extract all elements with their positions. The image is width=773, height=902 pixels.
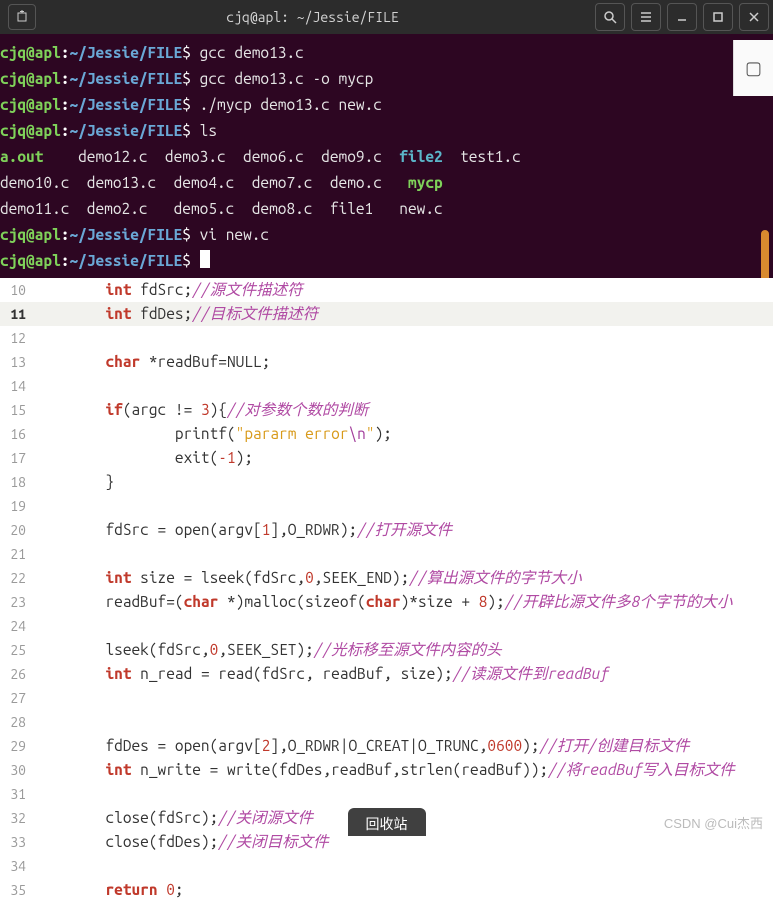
code-text: int fdSrc;//源文件描述符 [36,278,773,302]
code-text: } [36,470,773,494]
code-text [36,782,773,806]
code-text: lseek(fdSrc,0,SEEK_SET);//光标移至源文件内容的头 [36,638,773,662]
line-number: 32 [0,806,36,830]
menu-button[interactable] [631,3,661,31]
maximize-button[interactable] [703,3,733,31]
window-title: cjq@apl: ~/Jessie/FILE [36,9,589,25]
line-number: 28 [0,710,36,734]
line-number: 15 [0,398,36,422]
code-text [36,710,773,734]
close-button[interactable] [739,3,769,31]
code-line[interactable]: 35 return 0; [0,878,773,902]
right-panel-icon[interactable]: ▢ [733,40,773,96]
code-text: exit(-1); [36,446,773,470]
terminal-pane[interactable]: cjq@apl:~/Jessie/FILE$ gcc demo13.c cjq@… [0,34,773,278]
code-text: int fdDes;//目标文件描述符 [36,302,773,326]
line-number: 27 [0,686,36,710]
code-line[interactable]: 21 [0,542,773,566]
code-line[interactable]: 29 fdDes = open(argv[2],O_RDWR|O_CREAT|O… [0,734,773,758]
line-number: 14 [0,374,36,398]
line-number: 21 [0,542,36,566]
watermark-text: CSDN @Cui杰西 [664,813,763,832]
line-number: 24 [0,614,36,638]
code-line[interactable]: 12 [0,326,773,350]
line-number: 25 [0,638,36,662]
code-line[interactable]: 24 [0,614,773,638]
line-number: 10 [0,278,36,302]
code-text: return 0; [36,878,773,902]
terminal-line: cjq@apl:~/Jessie/FILE$ gcc demo13.c [0,40,773,66]
code-line[interactable]: 22 int size = lseek(fdSrc,0,SEEK_END);//… [0,566,773,590]
code-line[interactable]: 17 exit(-1); [0,446,773,470]
code-line[interactable]: 30 int n_write = write(fdDes,readBuf,str… [0,758,773,782]
ls-output-row: demo10.c demo13.c demo4.c demo7.c demo.c… [0,170,773,196]
line-number: 30 [0,758,36,782]
line-number: 31 [0,782,36,806]
code-line[interactable]: 28 [0,710,773,734]
line-number: 26 [0,662,36,686]
ls-output-row: demo11.c demo2.c demo5.c demo8.c file1 n… [0,196,773,222]
terminal-line: cjq@apl:~/Jessie/FILE$ vi new.c [0,222,773,248]
line-number: 34 [0,854,36,878]
code-line[interactable]: 13 char *readBuf=NULL; [0,350,773,374]
code-line[interactable]: 26 int n_read = read(fdSrc, readBuf, siz… [0,662,773,686]
code-line[interactable]: 27 [0,686,773,710]
line-number: 18 [0,470,36,494]
terminal-line: cjq@apl:~/Jessie/FILE$ ls [0,118,773,144]
code-text [36,494,773,518]
line-number: 11 [0,302,36,326]
code-line[interactable]: 25 lseek(fdSrc,0,SEEK_SET);//光标移至源文件内容的头 [0,638,773,662]
code-line[interactable]: 23 readBuf=(char *)malloc(sizeof(char)*s… [0,590,773,614]
code-line[interactable]: 31 [0,782,773,806]
code-line[interactable]: 14 [0,374,773,398]
code-line[interactable]: 34 [0,854,773,878]
line-number: 12 [0,326,36,350]
line-number: 19 [0,494,36,518]
terminal-cursor [200,250,210,268]
minimize-button[interactable] [667,3,697,31]
terminal-line: cjq@apl:~/Jessie/FILE$ ./mycp demo13.c n… [0,92,773,118]
new-tab-button[interactable] [8,4,36,30]
code-text: fdDes = open(argv[2],O_RDWR|O_CREAT|O_TR… [36,734,773,758]
code-line[interactable]: 15 if(argc != 3){//对参数个数的判断 [0,398,773,422]
code-line[interactable]: 10 int fdSrc;//源文件描述符 [0,278,773,302]
code-line[interactable]: 16 printf("pararm error\n"); [0,422,773,446]
line-number: 33 [0,830,36,854]
code-text [36,686,773,710]
line-number: 20 [0,518,36,542]
code-text [36,854,773,878]
ls-output-row: a.out demo12.c demo3.c demo6.c demo9.c f… [0,144,773,170]
line-number: 23 [0,590,36,614]
code-text: if(argc != 3){//对参数个数的判断 [36,398,773,422]
window-titlebar: cjq@apl: ~/Jessie/FILE [0,0,773,34]
bottom-pill[interactable]: 回收站 [348,808,426,836]
terminal-line: cjq@apl:~/Jessie/FILE$ [0,248,773,274]
code-line[interactable]: 18 } [0,470,773,494]
code-text: fdSrc = open(argv[1],O_RDWR);//打开源文件 [36,518,773,542]
code-text: printf("pararm error\n"); [36,422,773,446]
line-number: 22 [0,566,36,590]
code-text: int n_write = write(fdDes,readBuf,strlen… [36,758,773,782]
code-text [36,326,773,350]
search-button[interactable] [595,3,625,31]
line-number: 16 [0,422,36,446]
code-text: int size = lseek(fdSrc,0,SEEK_END);//算出源… [36,566,773,590]
line-number: 17 [0,446,36,470]
code-text: int n_read = read(fdSrc, readBuf, size);… [36,662,773,686]
code-text [36,374,773,398]
line-number: 35 [0,878,36,902]
code-line[interactable]: 20 fdSrc = open(argv[1],O_RDWR);//打开源文件 [0,518,773,542]
code-text [36,614,773,638]
line-number: 13 [0,350,36,374]
code-text [36,542,773,566]
code-text: readBuf=(char *)malloc(sizeof(char)*size… [36,590,773,614]
code-text: char *readBuf=NULL; [36,350,773,374]
line-number: 29 [0,734,36,758]
terminal-line: cjq@apl:~/Jessie/FILE$ gcc demo13.c -o m… [0,66,773,92]
code-line[interactable]: 11 int fdDes;//目标文件描述符 [0,302,773,326]
code-line[interactable]: 19 [0,494,773,518]
